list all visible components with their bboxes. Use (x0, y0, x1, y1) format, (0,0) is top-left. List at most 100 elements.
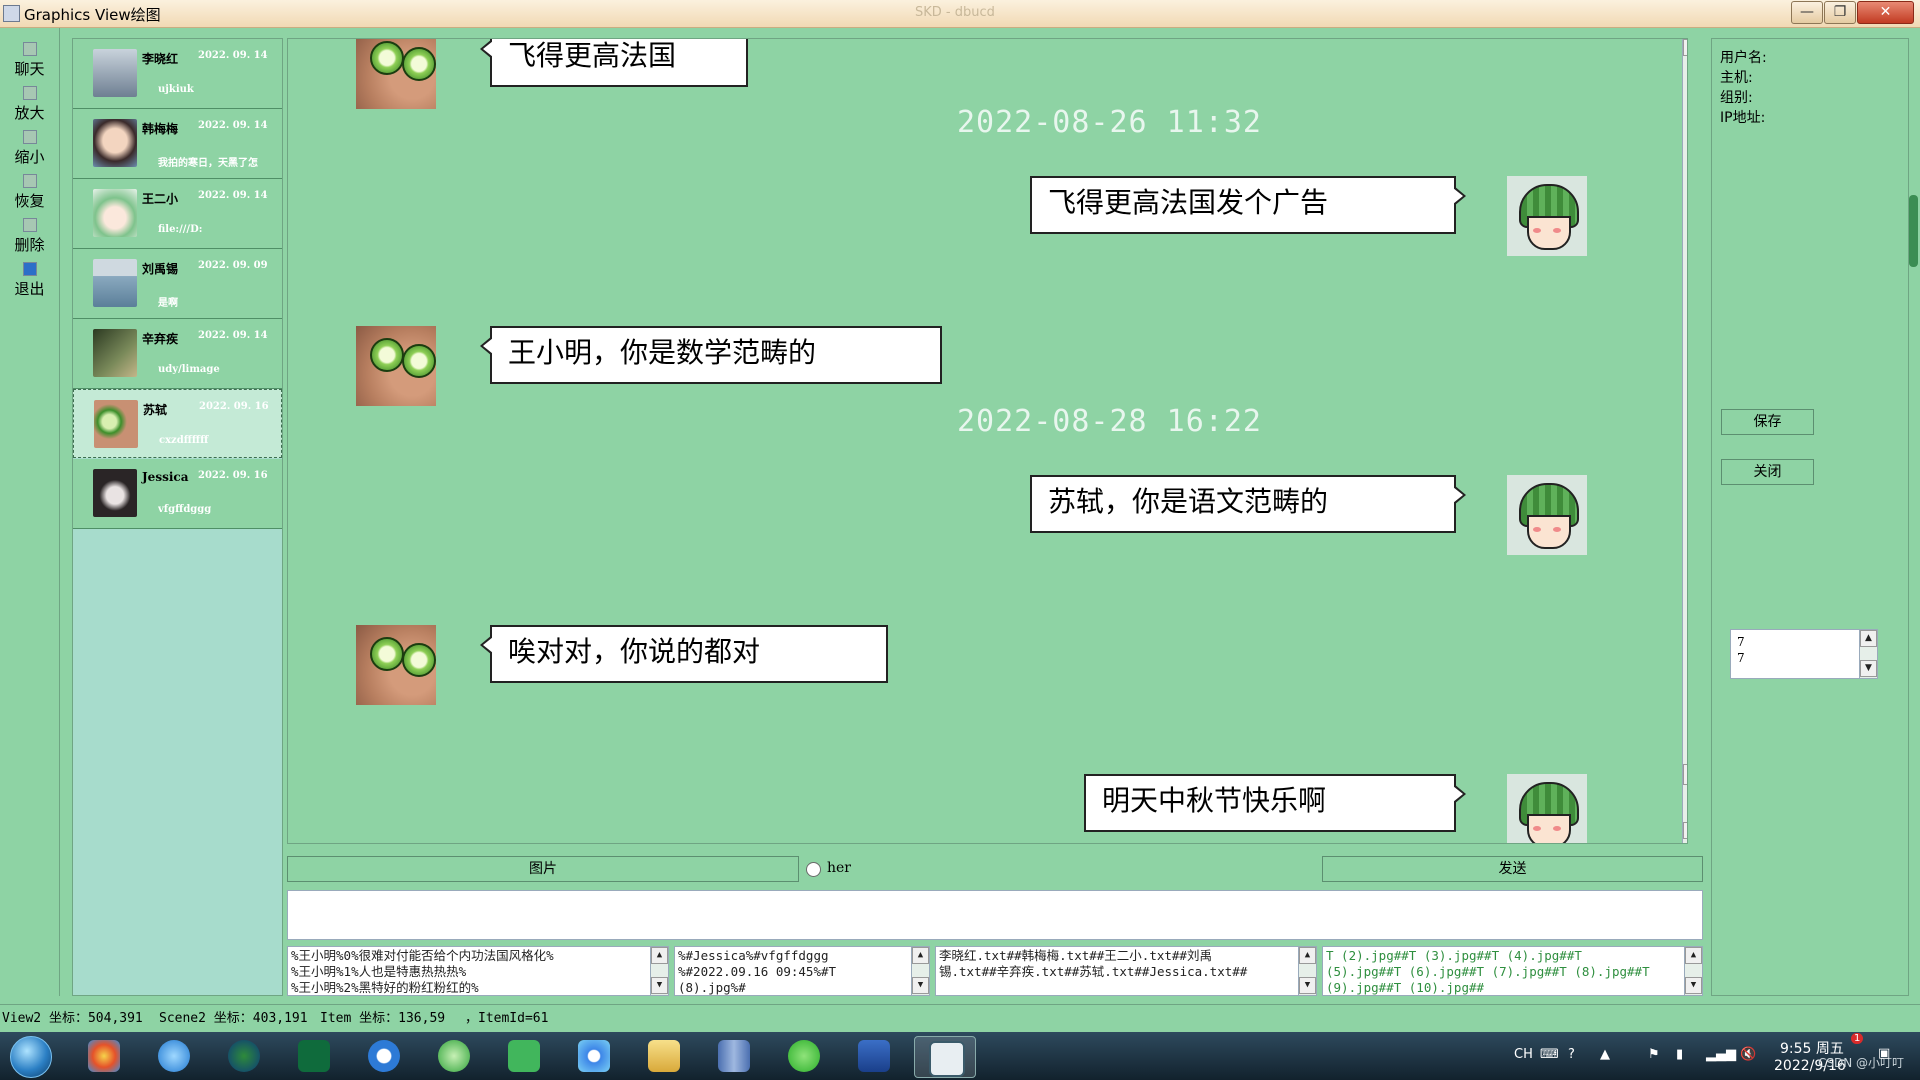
exit-icon (22, 262, 37, 276)
delete-icon (22, 218, 37, 232)
ip-label: IP地址: (1720, 110, 1766, 126)
contact-item[interactable]: 李晓红 2022. 09. 14 ujkiuk (73, 39, 282, 109)
contact-item[interactable]: Jessica 2022. 09. 16 vfgffdggg (73, 459, 282, 529)
contact-date: 2022. 09. 16 (199, 401, 269, 412)
wxf-icon[interactable] (214, 1036, 274, 1076)
message-input[interactable] (287, 890, 1703, 940)
toolbar-zoom-out-button[interactable]: 缩小 (0, 130, 59, 167)
scroll-down-arrow-icon[interactable]: ▼ (1299, 977, 1316, 994)
contact-item[interactable]: 辛弃疾 2022. 09. 14 udy/limage (73, 319, 282, 389)
scroll-down-arrow-icon[interactable]: ▼ (1685, 977, 1702, 994)
start-button[interactable] (10, 1036, 52, 1078)
status-item-coords: Item 坐标：136,59 (320, 1011, 446, 1026)
image-button[interactable]: 图片 (287, 856, 799, 882)
volume-icon[interactable]: 🔇 (1740, 1047, 1756, 1062)
monitor-icon[interactable] (284, 1036, 344, 1076)
window-subtitle: SKD - dbucd (915, 5, 995, 20)
contact-date: 2022. 09. 16 (198, 470, 268, 481)
buildings-icon[interactable] (704, 1036, 764, 1076)
status-item-id: ，ItemId=61 (465, 1011, 549, 1026)
notification-badge: 1 (1851, 1033, 1864, 1044)
ie-icon[interactable] (144, 1036, 204, 1076)
help-icon[interactable]: ? (1568, 1047, 1575, 1062)
log-box-messages[interactable]: %王小明%0%很难对付能否给个内功法国风格化% %王小明%1%人也是特惠热热热%… (287, 946, 669, 996)
network-icon[interactable]: ▂▄▆ (1706, 1047, 1736, 1062)
baidu-netdisk-icon[interactable] (564, 1036, 624, 1076)
girl-avatar (1507, 176, 1587, 256)
contact-name: Jessica (142, 470, 189, 484)
log-box-files[interactable]: 李晓红.txt##韩梅梅.txt##王二小.txt##刘禹 锡.txt##辛弃疾… (935, 946, 1317, 996)
timestamp: 2022-08-28 16:22 (957, 404, 1262, 439)
log-box-images[interactable]: T (2).jpg##T (3).jpg##T (4).jpg##T (5).j… (1322, 946, 1703, 996)
send-button[interactable]: 发送 (1322, 856, 1703, 882)
window-icon[interactable] (914, 1036, 976, 1078)
scroll-up-arrow-icon[interactable]: ▲ (1683, 39, 1687, 56)
flag-icon[interactable]: ⚑ (1648, 1047, 1660, 1062)
close-panel-button[interactable]: 关闭 (1721, 459, 1814, 485)
scroll-up-arrow-icon[interactable]: ▲ (1299, 947, 1316, 964)
log-scrollbar[interactable]: ▲ ▼ (911, 947, 929, 995)
group-label: 组别: (1720, 90, 1753, 106)
wechat-icon[interactable] (774, 1036, 834, 1076)
scroll-up-arrow-icon[interactable]: ▲ (1685, 947, 1702, 964)
scroll-down-arrow-icon[interactable]: ▼ (651, 977, 668, 994)
scroll-up-arrow-icon[interactable]: ▲ (1860, 630, 1877, 647)
chat-scrollbar[interactable]: ▲ ▼ (1682, 39, 1687, 843)
paint-icon[interactable] (74, 1036, 134, 1076)
save-button[interactable]: 保存 (1721, 409, 1814, 435)
zoom-in-icon (22, 86, 37, 100)
maximize-button[interactable]: ❐ (1824, 1, 1856, 24)
contact-list: 李晓红 2022. 09. 14 ujkiuk 韩梅梅 2022. 09. 14… (72, 38, 283, 996)
contact-item[interactable]: 刘禹锡 2022. 09. 09 是啊 (73, 249, 282, 319)
contact-last-message: file:///D: (158, 224, 203, 235)
contact-last-message: cxzdffffff (159, 435, 209, 446)
scroll-down-arrow-icon[interactable]: ▼ (912, 977, 929, 994)
log-box-latest[interactable]: %#Jessica%#vfgffdggg %#2022.09.16 09:45%… (674, 946, 930, 996)
message-bubble-left: 王小明，你是数学范畴的 (480, 326, 942, 384)
girl-avatar (1507, 774, 1587, 843)
host-label: 主机: (1720, 70, 1753, 86)
sogou-icon[interactable] (354, 1036, 414, 1076)
contact-item-selected[interactable]: 苏轼 2022. 09. 16 cxzdffffff (73, 389, 282, 458)
browser-icon[interactable] (424, 1036, 484, 1076)
close-button[interactable]: ✕ (1857, 1, 1914, 24)
window-scroll-indicator[interactable] (1909, 195, 1918, 267)
show-desktop-icon[interactable]: ▣ (1878, 1046, 1890, 1061)
title-bar: Graphics View绘图 SKD - dbucd — ❐ ✕ (0, 0, 1920, 28)
toolbar-exit-button[interactable]: 退出 (0, 262, 59, 299)
toolbar-delete-button[interactable]: 删除 (0, 218, 59, 255)
contact-last-message: ujkiuk (158, 84, 194, 95)
tray-expand-icon[interactable]: ▲ (1600, 1047, 1610, 1062)
contact-avatar (94, 400, 138, 448)
language-indicator[interactable]: CH (1514, 1047, 1533, 1062)
log-scrollbar[interactable]: ▲ ▼ (1684, 947, 1702, 995)
battery-icon[interactable]: ▮ (1676, 1047, 1683, 1062)
explorer-icon[interactable] (634, 1036, 694, 1076)
keyboard-icon[interactable]: ⌨ (1540, 1047, 1559, 1062)
word-icon[interactable] (844, 1036, 904, 1076)
scroll-down-arrow-icon[interactable]: ▼ (1860, 660, 1877, 677)
log-scrollbar[interactable]: ▲ ▼ (1298, 947, 1316, 995)
spin-list[interactable]: 7 7 ▲ ▼ (1730, 629, 1878, 679)
status-view-coords: View2 坐标：504,391 (2, 1011, 143, 1026)
contact-date: 2022. 09. 09 (198, 260, 268, 271)
toolbar-zoom-in-button[interactable]: 放大 (0, 86, 59, 123)
scroll-up-arrow-icon[interactable]: ▲ (651, 947, 668, 964)
contact-avatar (93, 119, 137, 167)
contact-last-message: 我拍的寒日，天黑了怎 (158, 158, 258, 169)
contact-item[interactable]: 韩梅梅 2022. 09. 14 我拍的寒日，天黑了怎 (73, 109, 282, 179)
log-scrollbar[interactable]: ▲ ▼ (650, 947, 668, 995)
message-bubble-right: 明天中秋节快乐啊 (1084, 774, 1466, 832)
contact-item[interactable]: 王二小 2022. 09. 14 file:///D: (73, 179, 282, 249)
minimize-button[interactable]: — (1791, 1, 1823, 24)
scroll-up-arrow-icon[interactable]: ▲ (912, 947, 929, 964)
window-title: Graphics View绘图 (24, 6, 161, 24)
toolbar-chat-button[interactable]: 聊天 (0, 42, 59, 79)
toolbar-restore-button[interactable]: 恢复 (0, 174, 59, 211)
chat-view[interactable]: 飞得更高法国 2022-08-26 11:32 飞得更高法国发个广告 王小明，你… (287, 38, 1688, 844)
scroll-down-arrow-icon[interactable]: ▼ (1683, 822, 1687, 839)
qt-icon[interactable] (494, 1036, 554, 1076)
her-radio[interactable] (806, 862, 821, 877)
spin-scrollbar[interactable]: ▲ ▼ (1859, 630, 1877, 678)
scroll-thumb[interactable] (1683, 764, 1687, 785)
